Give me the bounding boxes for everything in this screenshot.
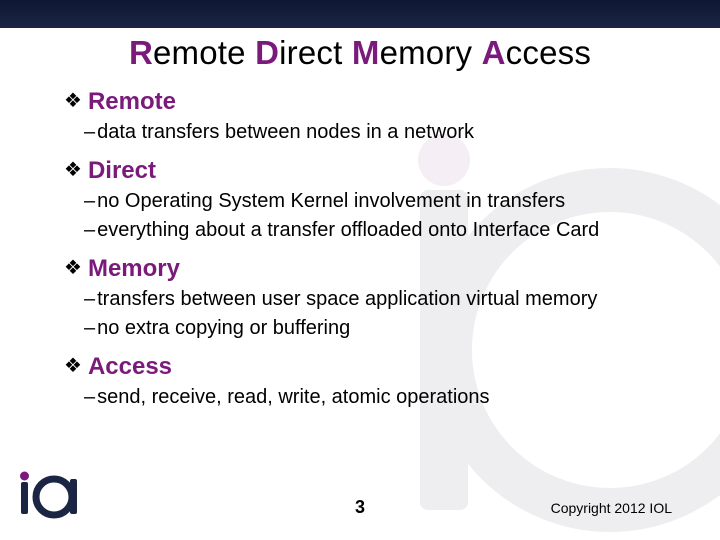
title-rest-1: emote bbox=[153, 34, 246, 71]
subbullet: data transfers between nodes in a networ… bbox=[84, 118, 674, 147]
title-rest-2: irect bbox=[279, 34, 342, 71]
subbullet: transfers between user space application… bbox=[84, 285, 674, 314]
subbullet: send, receive, read, write, atomic opera… bbox=[84, 383, 674, 412]
title-initial-1: R bbox=[129, 34, 153, 71]
title-rest-4: ccess bbox=[506, 34, 591, 71]
title-rest-3: emory bbox=[380, 34, 473, 71]
bullet-memory: Memory bbox=[64, 255, 674, 283]
subbullet: no Operating System Kernel involvement i… bbox=[84, 187, 674, 216]
bullet-access: Access bbox=[64, 353, 674, 381]
subbullet: no extra copying or buffering bbox=[84, 314, 674, 343]
subbullet: everything about a transfer offloaded on… bbox=[84, 216, 674, 245]
bullet-remote: Remote bbox=[64, 88, 674, 116]
title-initial-4: A bbox=[482, 34, 506, 71]
title-initial-2: D bbox=[255, 34, 279, 71]
slide: Remote Direct Memory Access Remote data … bbox=[0, 0, 720, 540]
top-bar bbox=[0, 0, 720, 28]
title-initial-3: M bbox=[352, 34, 380, 71]
slide-body: Remote data transfers between nodes in a… bbox=[64, 88, 674, 412]
footer: 3 Copyright 2012 IOL bbox=[0, 482, 720, 522]
copyright-text: Copyright 2012 IOL bbox=[551, 500, 672, 516]
bullet-direct: Direct bbox=[64, 157, 674, 185]
slide-title: Remote Direct Memory Access bbox=[0, 34, 720, 72]
